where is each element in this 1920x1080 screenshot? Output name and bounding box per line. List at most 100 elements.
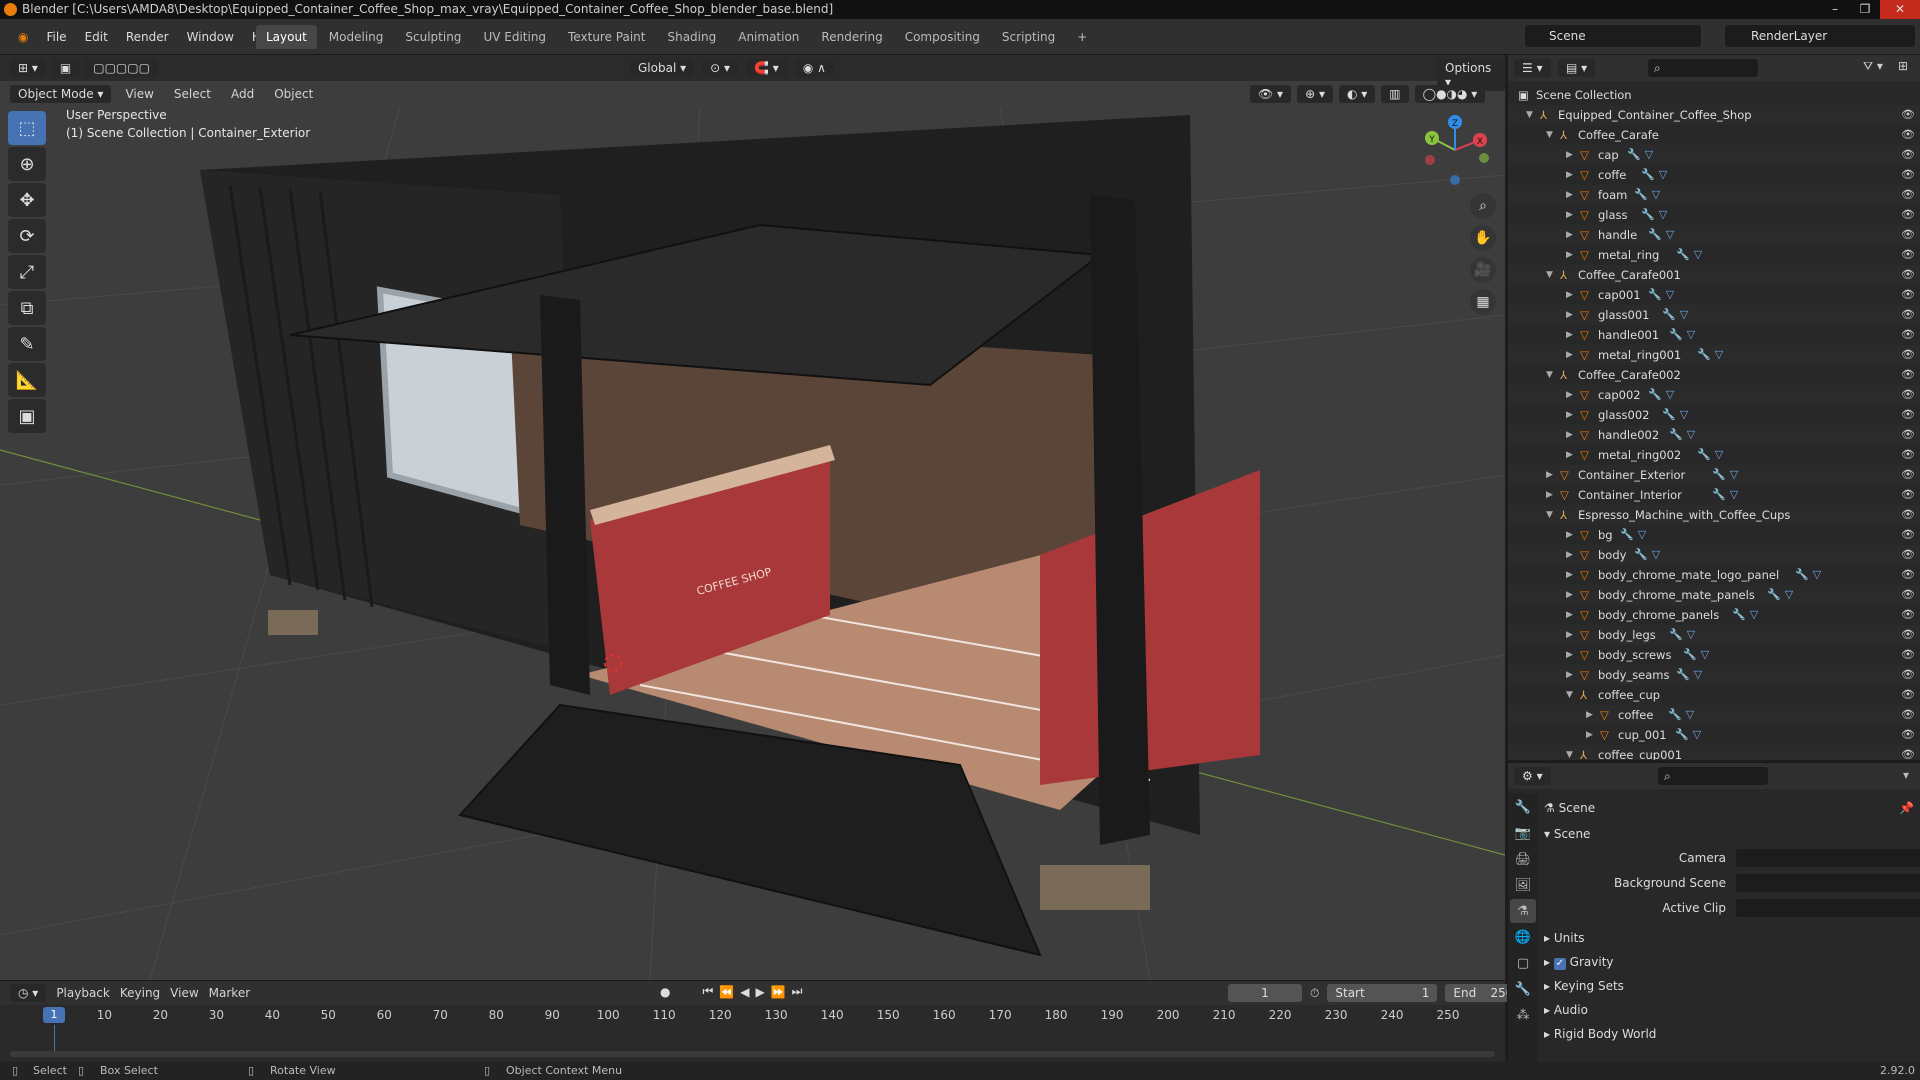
- gizmo-toggle-button[interactable]: ⊕ ▾: [1297, 85, 1333, 103]
- outliner-object-row[interactable]: ▶ ▽ coffe 🔧▽ 👁: [1508, 165, 1920, 185]
- proportional-editing-button[interactable]: ◉ ∧: [794, 59, 834, 77]
- expand-arrow-icon[interactable]: ▶: [1566, 545, 1576, 565]
- expand-arrow-icon[interactable]: ▶: [1566, 525, 1576, 545]
- modifier-mesh-data-icon[interactable]: 🔧▽: [1712, 485, 1742, 505]
- outliner-object-row[interactable]: ▶ ▽ body_chrome_mate_panels 🔧▽ 👁: [1508, 585, 1920, 605]
- visibility-eye-icon[interactable]: 👁: [1901, 545, 1915, 565]
- properties-panel[interactable]: ⚙ ▾ ⌕ ▾ 🔧 📷 🖨 🖼 ⚗ 🌐 ▢ 🔧 ⁂ ⚗ Scene 📌 ▾ Sc…: [1507, 762, 1920, 1063]
- outliner-object-row[interactable]: ▶ ▽ glass 🔧▽ 👁: [1508, 205, 1920, 225]
- modifier-mesh-data-icon[interactable]: 🔧▽: [1648, 385, 1678, 405]
- visibility-eye-icon[interactable]: 👁: [1901, 265, 1915, 285]
- visibility-eye-icon[interactable]: 👁: [1901, 325, 1915, 345]
- modifier-tab-icon[interactable]: 🔧: [1510, 977, 1536, 1001]
- expand-arrow-icon[interactable]: ▶: [1566, 645, 1576, 665]
- outliner-object-row[interactable]: ▶ ▽ body 🔧▽ 👁: [1508, 545, 1920, 565]
- outliner-object-row[interactable]: ▶ ▽ body_chrome_mate_logo_panel 🔧▽ 👁: [1508, 565, 1920, 585]
- visibility-eye-icon[interactable]: 👁: [1901, 665, 1915, 685]
- visibility-eye-icon[interactable]: 👁: [1901, 645, 1915, 665]
- snap-button[interactable]: 🧲 ▾: [746, 59, 787, 77]
- selection-modes[interactable]: ▢▢▢▢▢: [85, 59, 158, 77]
- tab-rendering[interactable]: Rendering: [811, 25, 892, 49]
- expand-arrow-icon[interactable]: ▶: [1566, 605, 1576, 625]
- select-mode-button[interactable]: ▣: [51, 59, 80, 77]
- expand-arrow-icon[interactable]: ▶: [1566, 405, 1576, 425]
- collapse-arrow-icon[interactable]: ▼: [1546, 125, 1556, 145]
- tab-shading[interactable]: Shading: [657, 25, 726, 49]
- visibility-eye-icon[interactable]: 👁: [1901, 565, 1915, 585]
- tab-scripting[interactable]: Scripting: [992, 25, 1065, 49]
- visibility-eye-icon[interactable]: 👁: [1901, 205, 1915, 225]
- editor-type-button[interactable]: ⊞ ▾: [10, 59, 46, 77]
- modifier-mesh-data-icon[interactable]: 🔧▽: [1676, 245, 1706, 265]
- tool-tab-icon[interactable]: 🔧: [1510, 795, 1536, 819]
- minimize-button[interactable]: –: [1820, 0, 1850, 19]
- outliner-collection-row[interactable]: ▼ ⅄ Coffee_Carafe002 👁: [1508, 365, 1920, 385]
- expand-arrow-icon[interactable]: ▶: [1566, 185, 1576, 205]
- navigation-gizmo[interactable]: X Y Z: [1410, 110, 1490, 190]
- tab-layout[interactable]: Layout: [256, 25, 317, 49]
- visibility-eye-icon[interactable]: 👁: [1901, 225, 1915, 245]
- prev-keyframe-icon[interactable]: ⏪: [719, 985, 734, 999]
- visibility-eye-icon[interactable]: 👁: [1901, 525, 1915, 545]
- outliner-search-input[interactable]: ⌕: [1648, 59, 1758, 77]
- visibility-eye-icon[interactable]: 👁: [1901, 505, 1915, 525]
- display-mode-button[interactable]: ▤ ▾: [1558, 59, 1596, 77]
- camera-view-icon[interactable]: 🎥: [1470, 257, 1496, 283]
- zoom-icon[interactable]: ⌕: [1470, 193, 1496, 219]
- outliner-object-row[interactable]: ▶ ▽ bg 🔧▽ 👁: [1508, 525, 1920, 545]
- outliner-object-row[interactable]: ▶ ▽ metal_ring002 🔧▽ 👁: [1508, 445, 1920, 465]
- visibility-eye-icon[interactable]: 👁: [1901, 345, 1915, 365]
- active-clip-field[interactable]: [1736, 899, 1920, 917]
- tab-uv-editing[interactable]: UV Editing: [473, 25, 556, 49]
- expand-arrow-icon[interactable]: ▶: [1586, 705, 1596, 725]
- outliner-collection-row[interactable]: ▼ ⅄ Coffee_Carafe 👁: [1508, 125, 1920, 145]
- menu-window[interactable]: Window: [179, 28, 242, 46]
- record-icon[interactable]: ●: [660, 985, 670, 999]
- scene-tab-icon[interactable]: ⚗: [1510, 899, 1536, 923]
- tab-sculpting[interactable]: Sculpting: [395, 25, 471, 49]
- tab-modeling[interactable]: Modeling: [319, 25, 394, 49]
- blender-menu-icon[interactable]: ◉: [10, 28, 36, 46]
- expand-arrow-icon[interactable]: ▶: [1566, 145, 1576, 165]
- expand-arrow-icon[interactable]: ▶: [1566, 305, 1576, 325]
- collapse-arrow-icon[interactable]: ▼: [1566, 685, 1576, 705]
- scale-tool[interactable]: ⤢: [8, 255, 46, 289]
- close-button[interactable]: ✕: [1880, 0, 1920, 19]
- outliner-object-row[interactable]: ▶ ▽ body_chrome_panels 🔧▽ 👁: [1508, 605, 1920, 625]
- expand-arrow-icon[interactable]: ▶: [1566, 225, 1576, 245]
- tab-texture-paint[interactable]: Texture Paint: [558, 25, 655, 49]
- outliner-panel[interactable]: ☰ ▾ ▤ ▾ ⌕ ⛛ ▾ ⊞ ▣ Scene Collection ▼ ⅄ Equ…: [1507, 55, 1920, 760]
- perspective-toggle-icon[interactable]: ▦: [1470, 289, 1496, 315]
- modifier-mesh-data-icon[interactable]: 🔧▽: [1641, 205, 1671, 225]
- visibility-eye-icon[interactable]: 👁: [1901, 165, 1915, 185]
- visibility-eye-icon[interactable]: 👁: [1901, 385, 1915, 405]
- keying-sets-panel-header[interactable]: ▸ Keying Sets: [1544, 975, 1916, 997]
- render-tab-icon[interactable]: 📷: [1510, 821, 1536, 845]
- properties-options-icon[interactable]: ▾: [1903, 768, 1909, 782]
- outliner-collection-row[interactable]: ▼ ⅄ Coffee_Carafe001 👁: [1508, 265, 1920, 285]
- outliner-collection-row[interactable]: ▼ ⅄ Espresso_Machine_with_Coffee_Cups 👁: [1508, 505, 1920, 525]
- outliner-collection-row[interactable]: ▼ ⅄ coffee_cup001 👁: [1508, 745, 1920, 760]
- overlays-button[interactable]: ◐ ▾: [1338, 85, 1376, 103]
- visibility-eye-icon[interactable]: 👁: [1901, 125, 1915, 145]
- modifier-mesh-data-icon[interactable]: 🔧▽: [1634, 545, 1664, 565]
- timeline-menu-playback[interactable]: Playback: [56, 986, 110, 1000]
- expand-arrow-icon[interactable]: ▶: [1546, 485, 1556, 505]
- visibility-eye-icon[interactable]: 👁: [1901, 365, 1915, 385]
- modifier-mesh-data-icon[interactable]: 🔧▽: [1683, 645, 1713, 665]
- transform-orientation-dropdown[interactable]: Global ▾: [630, 59, 695, 77]
- visibility-eye-icon[interactable]: 👁: [1901, 625, 1915, 645]
- visibility-eye-icon[interactable]: 👁: [1901, 185, 1915, 205]
- visibility-eye-icon[interactable]: 👁: [1901, 445, 1915, 465]
- expand-arrow-icon[interactable]: ▶: [1566, 665, 1576, 685]
- visibility-eye-icon[interactable]: 👁: [1901, 705, 1915, 725]
- modifier-mesh-data-icon[interactable]: 🔧▽: [1662, 405, 1692, 425]
- menu-edit[interactable]: Edit: [77, 28, 116, 46]
- outliner-editor-type-button[interactable]: ☰ ▾: [1514, 59, 1551, 77]
- modifier-mesh-data-icon[interactable]: 🔧▽: [1641, 165, 1671, 185]
- xray-toggle-button[interactable]: ▥: [1381, 85, 1409, 103]
- output-tab-icon[interactable]: 🖨: [1510, 847, 1536, 871]
- outliner-object-row[interactable]: ▶ ▽ body_legs 🔧▽ 👁: [1508, 625, 1920, 645]
- outliner-collection-row[interactable]: ▼ ⅄ Equipped_Container_Coffee_Shop 👁: [1508, 105, 1920, 125]
- menu-render[interactable]: Render: [118, 28, 177, 46]
